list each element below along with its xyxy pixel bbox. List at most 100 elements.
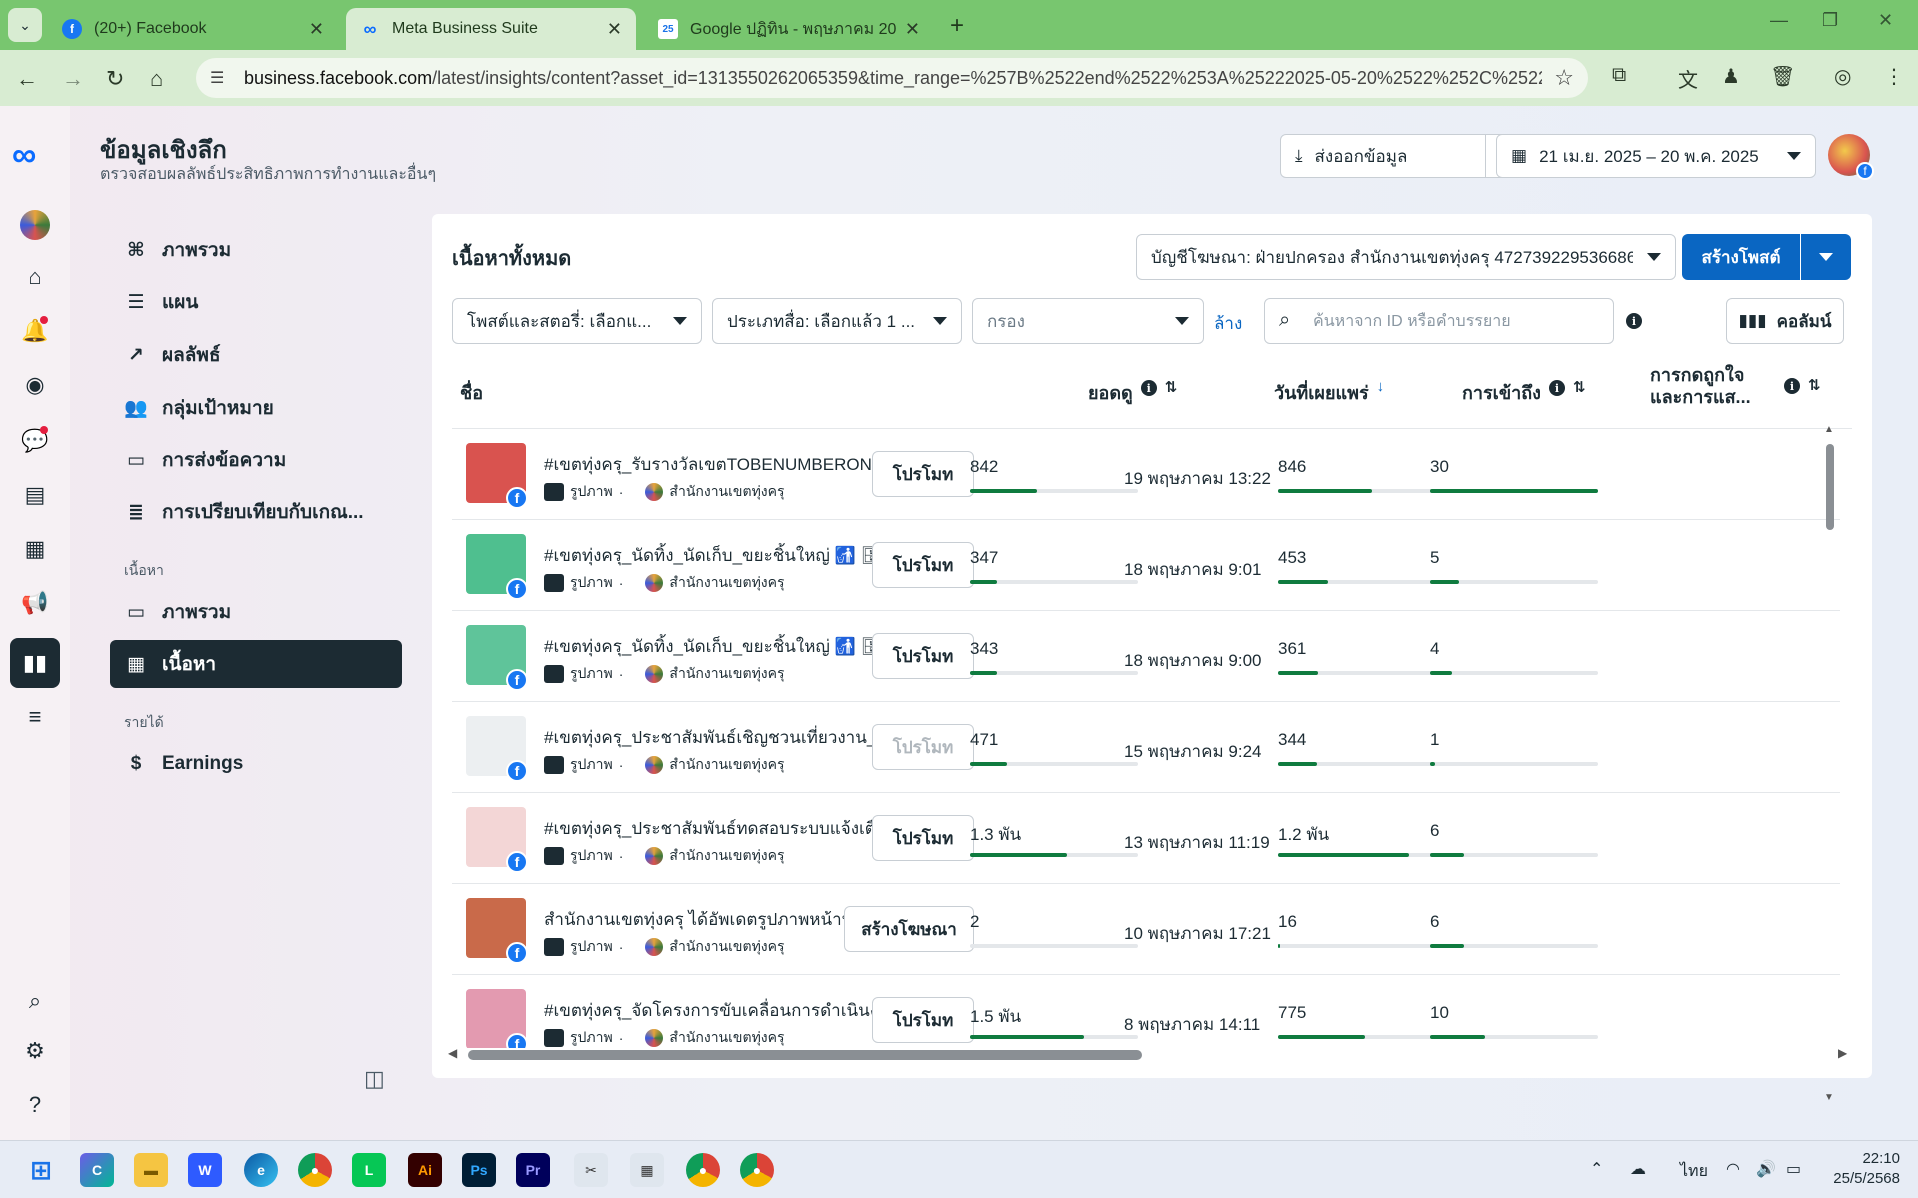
profile-icon[interactable]: ◎ — [1834, 64, 1851, 89]
nav-plan[interactable]: ☰ แผน — [110, 278, 402, 326]
system-clock[interactable]: 22:10 25/5/2568 — [1820, 1149, 1900, 1189]
search-input[interactable]: ⌕ ค้นหาจาก ID หรือคำบรรยาย — [1264, 298, 1614, 344]
windows-start-icon[interactable]: ⊞ — [24, 1153, 58, 1187]
premiere-icon[interactable]: Pr — [516, 1153, 550, 1187]
boost-button[interactable]: โปรโมท — [872, 633, 974, 679]
content-icon[interactable]: ▤ — [16, 476, 54, 514]
info-icon[interactable]: i — [1626, 313, 1642, 329]
post-thumbnail[interactable]: f — [466, 807, 528, 873]
table-row[interactable]: f #เขตทุ่งครุ_ประชาสัมพันธ์ทดสอบระบบแจ้งเ… — [452, 793, 1840, 884]
nav-audience[interactable]: 👥 กลุ่มเป้าหมาย — [110, 384, 402, 432]
snipping-tool-icon[interactable]: ✂ — [574, 1153, 608, 1187]
post-thumbnail[interactable]: f — [466, 716, 528, 782]
file-explorer-icon[interactable]: ▬ — [134, 1153, 168, 1187]
close-icon[interactable]: ✕ — [607, 19, 622, 40]
media-type-filter[interactable]: ประเภทสื่อ: เลือกแล้ว 1 ... — [712, 298, 962, 344]
trash-icon[interactable]: 🗑 — [1770, 64, 1795, 89]
table-row[interactable]: f #เขตทุ่งครุ_นัดทิ้ง_นัดเก็บ_ขยะชิ้นใหญ่… — [452, 520, 1840, 611]
wifi-icon[interactable]: ◠ — [1726, 1159, 1740, 1179]
post-thumbnail[interactable]: f — [466, 534, 528, 600]
account-avatar[interactable]: f — [1828, 134, 1874, 180]
boost-button[interactable]: โปรโมท — [872, 542, 974, 588]
show-hidden-icons-icon[interactable]: ⌃ — [1590, 1159, 1603, 1179]
column-header-views[interactable]: ยอดดู i ⇅ — [1088, 378, 1177, 407]
minimize-icon[interactable]: — — [1770, 10, 1788, 31]
table-row[interactable]: f #เขตทุ่งครุ_นัดทิ้ง_นัดเก็บ_ขยะชิ้นใหญ่… — [452, 611, 1840, 702]
columns-button[interactable]: ▮▮▮ คอลัมน์ — [1726, 298, 1844, 344]
table-row[interactable]: f #เขตทุ่งครุ_ประชาสัมพันธ์เชิญชวนเที่ยวง… — [452, 702, 1840, 793]
clear-filters-link[interactable]: ล้าง — [1214, 310, 1242, 337]
close-icon[interactable]: ✕ — [905, 19, 920, 40]
column-header-reach[interactable]: การเข้าถึง i ⇅ — [1462, 378, 1586, 407]
date-range-picker[interactable]: ▦ 21 เม.ย. 2025 – 20 พ.ค. 2025 — [1496, 134, 1816, 178]
extensions-icon[interactable]: ⧉ — [1612, 64, 1626, 87]
bookmark-star-icon[interactable]: ☆ — [1554, 65, 1574, 91]
scrollbar-thumb[interactable] — [468, 1050, 1142, 1060]
all-tools-menu-icon[interactable]: ≡ — [16, 698, 54, 736]
tab-meta-business-suite[interactable]: ∞ Meta Business Suite ✕ — [346, 8, 636, 50]
photoshop-icon[interactable]: Ps — [462, 1153, 496, 1187]
window-close-icon[interactable]: ✕ — [1878, 10, 1893, 31]
scrollbar-thumb[interactable] — [1826, 444, 1834, 530]
tab-google-calendar[interactable]: 25 Google ปฏิทิน - พฤษภาคม 2025 ✕ — [644, 8, 934, 50]
ads-megaphone-icon[interactable]: 📢 — [16, 584, 54, 622]
info-icon[interactable]: i — [1548, 380, 1565, 396]
nav-content-overview[interactable]: ▭ ภาพรวม — [110, 588, 402, 636]
tab-search-button[interactable]: ⌄ — [8, 8, 42, 42]
page-avatar-icon[interactable] — [16, 206, 54, 244]
home-icon[interactable]: ⌂ — [16, 258, 54, 296]
scroll-up-icon[interactable]: ▲ — [1824, 424, 1834, 435]
back-icon[interactable]: ← — [16, 66, 38, 92]
calendar-icon[interactable]: ▦ — [16, 530, 54, 568]
export-data-button[interactable]: ⤓ ส่งออกข้อมูล — [1280, 134, 1486, 178]
nav-earnings[interactable]: $ Earnings — [110, 740, 402, 788]
inbox-icon[interactable]: 💬 — [16, 422, 54, 460]
reload-icon[interactable]: ↻ — [106, 66, 124, 92]
forward-icon[interactable]: → — [62, 66, 84, 92]
input-language[interactable]: ไทย — [1680, 1159, 1708, 1184]
info-icon[interactable]: i — [1784, 378, 1800, 394]
weather-icon[interactable]: ☁ — [1630, 1159, 1646, 1179]
help-icon[interactable]: ? — [16, 1086, 54, 1124]
sort-icon[interactable]: ⇅ — [1573, 378, 1586, 396]
table-row[interactable]: f #เขตทุ่งครุ_รับรางวัลเขตTOBENUMBERONE_ป… — [452, 429, 1840, 520]
column-header-published-date[interactable]: วันที่เผยแพร่ ↓ — [1274, 378, 1384, 407]
posts-stories-filter[interactable]: โพสต์และสตอรี่: เลือกแ... — [452, 298, 702, 344]
scroll-left-icon[interactable]: ◀ — [448, 1046, 457, 1060]
horizontal-scrollbar[interactable]: ◀ ▶ — [448, 1046, 1847, 1060]
chrome-profile-icon[interactable]: ● — [686, 1153, 720, 1187]
close-icon[interactable]: ✕ — [309, 19, 324, 40]
scroll-down-icon[interactable]: ▼ — [1824, 1092, 1834, 1103]
boost-button[interactable]: โปรโมท — [872, 815, 974, 861]
notifications-icon[interactable]: 🔔 — [16, 312, 54, 350]
whiteboard-icon[interactable]: W — [188, 1153, 222, 1187]
table-row[interactable]: f #เขตทุ่งครุ_จัดโครงการขับเคลื่อนการดำเน… — [452, 975, 1840, 1048]
ad-account-select[interactable]: บัญชีโฆษณา: ฝ่ายปกครอง สำนักงานเขตทุ่งคร… — [1136, 234, 1676, 280]
translate-icon[interactable]: 文 — [1678, 64, 1698, 93]
settings-gear-icon[interactable]: ⚙ — [16, 1032, 54, 1070]
restore-icon[interactable]: ❐ — [1822, 10, 1838, 31]
battery-icon[interactable]: ▭ — [1786, 1159, 1801, 1179]
post-thumbnail[interactable]: f — [466, 625, 528, 691]
insights-bar-chart-icon[interactable]: ▮▮ — [10, 638, 60, 688]
menu-kebab-icon[interactable]: ⋮ — [1884, 64, 1904, 89]
generic-filter[interactable]: กรอง — [972, 298, 1204, 344]
boost-button[interactable]: โปรโมท — [872, 724, 974, 770]
volume-icon[interactable]: 🔊 — [1756, 1159, 1776, 1179]
post-thumbnail[interactable]: f — [466, 898, 528, 964]
edge-icon[interactable]: e — [244, 1153, 278, 1187]
meta-logo-icon[interactable]: ∞ — [12, 136, 36, 175]
scroll-right-icon[interactable]: ▶ — [1838, 1046, 1847, 1060]
info-icon[interactable]: i — [1140, 380, 1157, 396]
boost-button[interactable]: โปรโมท — [872, 451, 974, 497]
incognito-icon[interactable]: ♟ — [1722, 64, 1740, 89]
sort-icon[interactable]: ⇅ — [1165, 378, 1178, 396]
search-icon[interactable]: ⌕ — [16, 982, 54, 1020]
line-icon[interactable]: L — [352, 1153, 386, 1187]
create-post-button[interactable]: สร้างโพสต์ — [1682, 234, 1800, 280]
nav-benchmarking[interactable]: ≣ การเปรียบเทียบกับเกณ... — [110, 488, 402, 536]
collapse-sidebar-icon[interactable]: ◫ — [364, 1066, 385, 1092]
sort-icon[interactable]: ⇅ — [1808, 376, 1821, 394]
nav-overview[interactable]: ⌘ ภาพรวม — [110, 226, 402, 274]
chrome-profile-2-icon[interactable]: ● — [740, 1153, 774, 1187]
